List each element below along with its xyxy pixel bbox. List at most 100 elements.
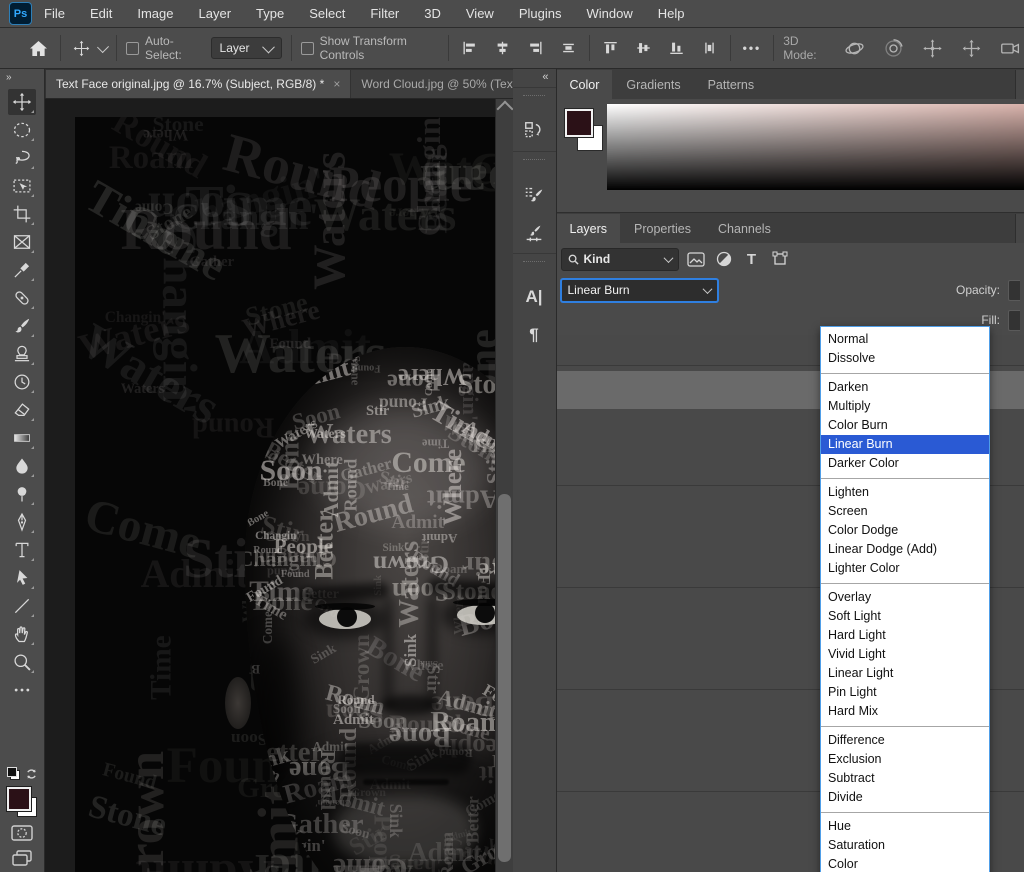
- close-tab-icon[interactable]: ×: [333, 77, 340, 91]
- move-tool-preset-icon[interactable]: [70, 37, 93, 60]
- tab-channels[interactable]: Channels: [705, 214, 784, 243]
- align-center-h-icon[interactable]: [491, 37, 514, 59]
- tab-patterns[interactable]: Patterns: [695, 70, 768, 99]
- blend-option-overlay[interactable]: Overlay: [821, 588, 989, 607]
- menu-edit[interactable]: Edit: [90, 6, 112, 21]
- foreground-background-swatches[interactable]: [7, 787, 37, 817]
- align-top-icon[interactable]: [599, 37, 622, 59]
- document-tab-1[interactable]: Text Face original.jpg @ 16.7% (Subject,…: [46, 70, 350, 98]
- dodge-tool[interactable]: [8, 481, 36, 507]
- blur-tool[interactable]: [8, 453, 36, 479]
- menu-view[interactable]: View: [466, 6, 494, 21]
- blend-option-linear-light[interactable]: Linear Light: [821, 664, 989, 683]
- home-icon[interactable]: [26, 37, 51, 60]
- elliptical-marquee-tool[interactable]: [8, 117, 36, 143]
- blend-option-divide[interactable]: Divide: [821, 788, 989, 807]
- brushes-panel-icon[interactable]: [522, 221, 546, 245]
- distribute-v-icon[interactable]: [698, 37, 721, 59]
- blend-option-darker-color[interactable]: Darker Color: [821, 454, 989, 473]
- path-selection-tool[interactable]: [8, 565, 36, 591]
- history-brush-tool[interactable]: [8, 369, 36, 395]
- frame-tool[interactable]: [8, 229, 36, 255]
- blend-option-pin-light[interactable]: Pin Light: [821, 683, 989, 702]
- spot-healing-brush-tool[interactable]: [8, 285, 36, 311]
- blend-option-hard-mix[interactable]: Hard Mix: [821, 702, 989, 721]
- show-transform-checkbox[interactable]: [301, 42, 314, 55]
- color-picker-field[interactable]: [607, 104, 1024, 190]
- panel-color-swatches[interactable]: [565, 109, 605, 155]
- orbit-3d-icon[interactable]: [841, 35, 868, 62]
- menu-window[interactable]: Window: [586, 6, 632, 21]
- dock-collapse-icon[interactable]: «: [513, 69, 556, 87]
- blend-option-hard-light[interactable]: Hard Light: [821, 626, 989, 645]
- blend-option-dissolve[interactable]: Dissolve: [821, 349, 989, 368]
- tab-properties[interactable]: Properties: [621, 214, 704, 243]
- menu-image[interactable]: Image: [137, 6, 173, 21]
- default-swap-colors-icon[interactable]: [7, 767, 38, 780]
- blend-option-difference[interactable]: Difference: [821, 731, 989, 750]
- auto-select-target-dropdown[interactable]: Layer: [211, 37, 282, 59]
- blend-option-subtract[interactable]: Subtract: [821, 769, 989, 788]
- blend-option-normal[interactable]: Normal: [821, 330, 989, 349]
- blend-option-lighter-color[interactable]: Lighter Color: [821, 559, 989, 578]
- slide-3d-icon[interactable]: [958, 35, 985, 62]
- align-middle-v-icon[interactable]: [632, 37, 655, 59]
- hand-tool[interactable]: [8, 621, 36, 647]
- menu-layer[interactable]: Layer: [199, 6, 232, 21]
- blend-option-darken[interactable]: Darken: [821, 378, 989, 397]
- move-tool[interactable]: [8, 89, 36, 115]
- tab-gradients[interactable]: Gradients: [613, 70, 693, 99]
- lasso-tool[interactable]: [8, 145, 36, 171]
- opacity-field[interactable]: [1008, 280, 1020, 301]
- roll-3d-icon[interactable]: [880, 35, 907, 62]
- scrollbar-thumb[interactable]: [498, 494, 511, 862]
- menu-3d[interactable]: 3D: [424, 6, 441, 21]
- menu-plugins[interactable]: Plugins: [519, 6, 562, 21]
- brush-tool[interactable]: [8, 313, 36, 339]
- align-right-icon[interactable]: [524, 37, 547, 59]
- blend-option-color[interactable]: Color: [821, 855, 989, 872]
- word-portrait-image[interactable]: TimeStoneComeStirSinkStirBetterChangin'W…: [75, 117, 513, 872]
- blend-option-soft-light[interactable]: Soft Light: [821, 607, 989, 626]
- clone-stamp-tool[interactable]: [8, 341, 36, 367]
- type-tool[interactable]: [8, 537, 36, 563]
- menu-help[interactable]: Help: [658, 6, 685, 21]
- blend-option-saturation[interactable]: Saturation: [821, 836, 989, 855]
- blend-option-hue[interactable]: Hue: [821, 817, 989, 836]
- object-selection-tool[interactable]: [8, 173, 36, 199]
- foreground-color-swatch[interactable]: [7, 787, 31, 811]
- menu-select[interactable]: Select: [309, 6, 345, 21]
- menu-filter[interactable]: Filter: [370, 6, 399, 21]
- edit-toolbar-tool[interactable]: [8, 677, 36, 703]
- layer-filter-dropdown[interactable]: Kind: [561, 248, 679, 271]
- eyedropper-tool[interactable]: [8, 257, 36, 283]
- quick-mask-icon[interactable]: [10, 824, 34, 842]
- zoom-tool[interactable]: [8, 649, 36, 675]
- line-tool[interactable]: [8, 593, 36, 619]
- blend-mode-dropdown[interactable]: Linear Burn: [561, 279, 718, 302]
- blend-option-vivid-light[interactable]: Vivid Light: [821, 645, 989, 664]
- photoshop-logo[interactable]: Ps: [9, 2, 32, 25]
- history-panel-icon[interactable]: [522, 119, 546, 143]
- filter-pixel-layers-icon[interactable]: [685, 249, 707, 269]
- toolbar-collapse-icon[interactable]: »: [0, 69, 44, 88]
- pan-3d-icon[interactable]: [919, 35, 946, 62]
- eraser-tool[interactable]: [8, 397, 36, 423]
- more-align-options-icon[interactable]: •••: [740, 38, 765, 58]
- tab-layers[interactable]: Layers: [557, 214, 621, 243]
- tool-preset-chevron-icon[interactable]: [97, 41, 109, 53]
- align-bottom-icon[interactable]: [665, 37, 688, 59]
- brush-settings-panel-icon[interactable]: [522, 183, 546, 207]
- camera-3d-icon[interactable]: [997, 35, 1024, 62]
- align-left-icon[interactable]: [458, 37, 481, 59]
- crop-tool[interactable]: [8, 201, 36, 227]
- blend-option-lighten[interactable]: Lighten: [821, 483, 989, 502]
- fill-field[interactable]: [1008, 310, 1020, 331]
- filter-shape-layers-icon[interactable]: [769, 249, 791, 269]
- distribute-h-icon[interactable]: [557, 37, 580, 59]
- panel-foreground-swatch[interactable]: [565, 109, 593, 137]
- tab-color[interactable]: Color: [557, 70, 613, 99]
- blend-option-color-burn[interactable]: Color Burn: [821, 416, 989, 435]
- filter-adjustment-layers-icon[interactable]: [713, 249, 735, 269]
- auto-select-checkbox[interactable]: [126, 42, 139, 55]
